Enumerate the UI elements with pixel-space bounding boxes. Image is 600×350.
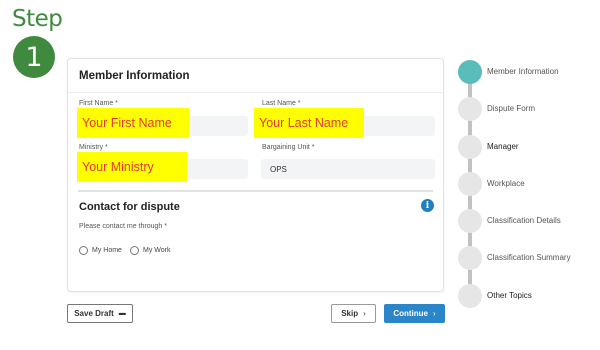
ministry-highlight: Your Ministry (77, 152, 187, 182)
skip-label: Skip (341, 309, 359, 318)
stepper-node-member-information[interactable] (458, 60, 482, 84)
card-divider (68, 92, 443, 93)
first-name-highlight: Your First Name (77, 108, 189, 138)
card-title: Member Information (79, 70, 190, 82)
bargaining-unit-label: Bargaining Unit * (262, 144, 315, 151)
contact-section-title: Contact for dispute (79, 201, 180, 213)
section-divider (78, 190, 433, 192)
stepper-label-member-information[interactable]: Member Information (487, 67, 559, 76)
last-name-highlight: Your Last Name (254, 108, 364, 138)
radio-label: My Work (143, 247, 171, 254)
chevron-right-icon: › (363, 309, 366, 318)
step-number-badge: 1 (13, 36, 55, 78)
radio-my-work[interactable]: My Work (130, 246, 170, 255)
chevron-right-icon: › (433, 309, 436, 318)
stepper-node-workplace[interactable] (458, 172, 482, 196)
radio-label: My Home (92, 247, 122, 254)
stepper-label-other-topics[interactable]: Other Topics (487, 291, 532, 300)
info-icon[interactable]: i (421, 199, 434, 212)
ministry-label: Ministry * (79, 144, 108, 151)
stepper-node-classification-summary[interactable] (458, 246, 482, 270)
stepper-node-manager[interactable] (458, 135, 482, 159)
stepper-node-classification-details[interactable] (458, 209, 482, 233)
save-draft-label: Save Draft (74, 309, 114, 318)
skip-button[interactable]: Skip › (331, 304, 376, 323)
contact-prompt: Please contact me through * (79, 223, 167, 230)
stepper-label-dispute-form[interactable]: Dispute Form (487, 104, 535, 113)
bargaining-unit-select[interactable]: OPS (261, 159, 435, 179)
folder-icon: ▬ (118, 310, 126, 317)
step-heading: Step (12, 6, 63, 32)
save-draft-button[interactable]: Save Draft ▬ (67, 304, 133, 323)
first-name-label: First Name * (79, 100, 118, 107)
stepper-node-dispute-form[interactable] (458, 97, 482, 121)
stepper-node-other-topics[interactable] (458, 284, 482, 308)
stepper-label-manager[interactable]: Manager (487, 142, 519, 151)
continue-label: Continue (393, 309, 428, 318)
continue-button[interactable]: Continue › (384, 304, 445, 323)
stepper-label-workplace[interactable]: Workplace (487, 179, 525, 188)
radio-my-home[interactable]: My Home (79, 246, 122, 255)
radio-circle[interactable] (130, 246, 139, 255)
last-name-label: Last Name * (262, 100, 301, 107)
stepper-label-classification-details[interactable]: Classification Details (487, 216, 561, 225)
radio-circle[interactable] (79, 246, 88, 255)
stepper-label-classification-summary[interactable]: Classification Summary (487, 253, 571, 262)
